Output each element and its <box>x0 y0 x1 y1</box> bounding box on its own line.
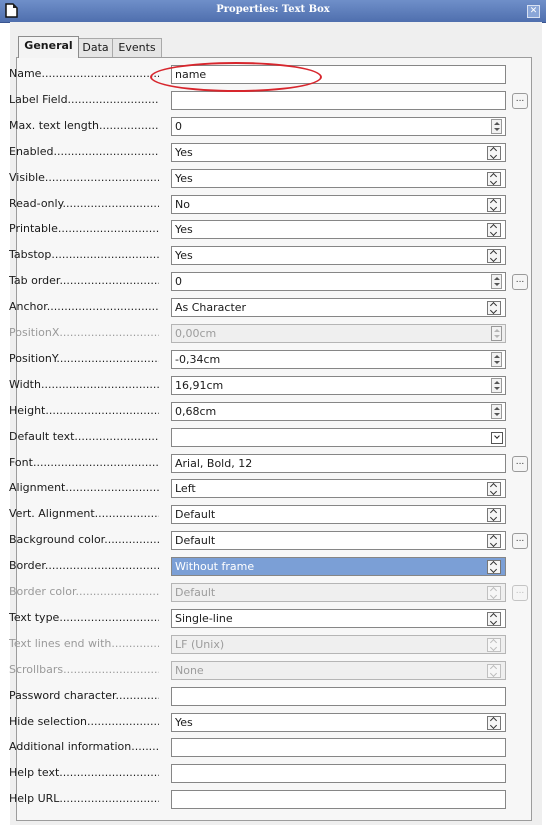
property-spin-field[interactable]: -0,34cm <box>171 350 506 369</box>
window-title: Properties: Text Box <box>216 4 330 15</box>
property-label: Border..................................… <box>9 559 159 572</box>
property-text-field[interactable] <box>171 91 506 110</box>
dropdown-arrows-icon[interactable] <box>487 198 501 212</box>
dropdown-arrows-icon[interactable] <box>487 716 501 730</box>
property-label: Width...................................… <box>9 378 159 391</box>
property-label: Tabstop.................................… <box>9 248 159 261</box>
property-label: Vert. Alignment.........................… <box>9 507 159 520</box>
dropdown-arrows-icon[interactable] <box>487 146 501 160</box>
tab-general[interactable]: General <box>18 36 79 58</box>
property-dropdown[interactable]: Without frame <box>171 557 506 576</box>
property-label: Background color........................… <box>9 533 159 546</box>
dropdown-arrows-icon[interactable] <box>487 172 501 186</box>
dropdown-arrows-icon[interactable] <box>487 301 501 315</box>
property-label: Password character......................… <box>9 689 159 702</box>
property-dropdown: None <box>171 661 506 680</box>
ellipsis-button[interactable]: ... <box>512 533 528 549</box>
property-dropdown[interactable]: Left <box>171 479 506 498</box>
ellipsis-button: ... <box>512 585 528 601</box>
property-label: Label Field.............................… <box>9 93 159 106</box>
property-label: Help text...............................… <box>9 766 159 779</box>
property-label: Help URL................................… <box>9 792 159 805</box>
property-dropdown[interactable] <box>171 428 506 447</box>
property-label: PositionY...............................… <box>9 352 159 365</box>
property-label: Enabled.................................… <box>9 145 159 158</box>
property-label: Font....................................… <box>9 456 159 469</box>
dropdown-arrows-icon[interactable] <box>487 482 501 496</box>
property-dropdown[interactable]: Single-line <box>171 609 506 628</box>
property-dropdown: Default <box>171 583 506 602</box>
property-text-field[interactable] <box>171 687 506 706</box>
tab-events[interactable]: Events <box>112 38 162 57</box>
spin-arrows-icon[interactable] <box>491 274 502 289</box>
dropdown-arrows-icon <box>487 586 501 600</box>
dropdown-arrows-icon[interactable] <box>487 534 501 548</box>
spin-arrows-icon <box>491 326 502 341</box>
dropdown-arrows-icon[interactable] <box>487 223 501 237</box>
property-spin-field[interactable]: 0,68cm <box>171 402 506 421</box>
dropdown-arrows-icon[interactable] <box>487 560 501 574</box>
property-label: Height..................................… <box>9 404 159 417</box>
window-titlebar: Properties: Text Box ✕ <box>0 0 546 23</box>
dropdown-arrows-icon <box>487 638 501 652</box>
property-label: Printable...............................… <box>9 222 159 235</box>
ellipsis-button[interactable]: ... <box>512 274 528 290</box>
property-label: Hide selection..........................… <box>9 715 159 728</box>
dropdown-arrows-icon[interactable] <box>487 508 501 522</box>
spin-arrows-icon[interactable] <box>491 378 502 393</box>
property-label: Name....................................… <box>9 67 159 80</box>
property-text-field[interactable]: Arial, Bold, 12 <box>171 454 506 473</box>
property-dropdown: LF (Unix) <box>171 635 506 654</box>
property-label: Border color............................… <box>9 585 159 598</box>
property-label: Alignment...............................… <box>9 481 159 494</box>
spin-arrows-icon[interactable] <box>491 352 502 367</box>
spin-arrows-icon[interactable] <box>491 404 502 419</box>
property-label: Scrollbars..............................… <box>9 663 159 676</box>
property-dropdown[interactable]: Yes <box>171 713 506 732</box>
property-label: Text type...............................… <box>9 611 159 624</box>
property-dropdown[interactable]: As Character <box>171 298 506 317</box>
dropdown-arrows-icon <box>487 664 501 678</box>
tab-data[interactable]: Data <box>77 38 114 57</box>
ellipsis-button[interactable]: ... <box>512 456 528 472</box>
property-text-field[interactable] <box>171 790 506 809</box>
close-icon[interactable]: ✕ <box>527 5 540 18</box>
property-label: Read-only...............................… <box>9 197 159 210</box>
property-label: Default text............................… <box>9 430 159 443</box>
property-label: Additional information..................… <box>9 740 159 753</box>
property-dropdown[interactable]: Yes <box>171 169 506 188</box>
chevron-down-icon[interactable] <box>491 432 503 444</box>
property-dropdown[interactable]: Yes <box>171 246 506 265</box>
property-label: PositionX...............................… <box>9 326 159 339</box>
property-dropdown[interactable]: Yes <box>171 143 506 162</box>
ellipsis-button[interactable]: ... <box>512 93 528 109</box>
property-dropdown[interactable]: Yes <box>171 220 506 239</box>
property-dropdown[interactable]: No <box>171 195 506 214</box>
spin-arrows-icon[interactable] <box>491 119 502 134</box>
property-label: Visible.................................… <box>9 171 159 184</box>
dropdown-arrows-icon[interactable] <box>487 612 501 626</box>
annotation-ellipse <box>150 62 322 92</box>
property-label: Text lines end with.....................… <box>9 637 159 650</box>
property-spin-field[interactable]: 16,91cm <box>171 376 506 395</box>
property-label: Anchor..................................… <box>9 300 159 313</box>
property-spin-field[interactable]: 0 <box>171 117 506 136</box>
property-spin-field[interactable]: 0 <box>171 272 506 291</box>
property-label: Max. text length........................… <box>9 119 159 132</box>
dropdown-arrows-icon[interactable] <box>487 249 501 263</box>
property-text-field[interactable] <box>171 738 506 757</box>
property-dropdown[interactable]: Default <box>171 505 506 524</box>
property-dropdown[interactable]: Default <box>171 531 506 550</box>
property-spin-field: 0,00cm <box>171 324 506 343</box>
property-text-field[interactable] <box>171 764 506 783</box>
property-label: Tab order...............................… <box>9 274 159 287</box>
